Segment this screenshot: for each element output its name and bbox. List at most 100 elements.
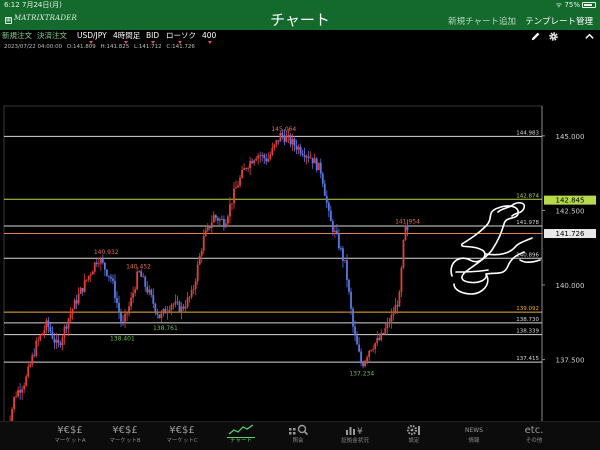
candle-body bbox=[154, 303, 157, 312]
candle-body bbox=[384, 328, 387, 334]
candle-body bbox=[315, 158, 318, 171]
candle-body bbox=[299, 146, 302, 154]
template-manage-button[interactable]: テンプレート管理 bbox=[525, 15, 593, 27]
tab-chart[interactable]: チャート bbox=[213, 424, 269, 450]
candlestick-chart[interactable]: 145.000142.500140.000137.500135.000144.9… bbox=[0, 104, 600, 450]
candle-body bbox=[114, 280, 116, 298]
candle-body bbox=[400, 267, 403, 292]
candle-body bbox=[333, 230, 336, 232]
candle-body bbox=[255, 158, 258, 161]
chart-type-select[interactable]: ローソク bbox=[166, 30, 196, 44]
candle-body bbox=[406, 225, 409, 231]
tab-market-b[interactable]: ¥€$£ マーケットB bbox=[97, 424, 153, 450]
candle-body bbox=[360, 351, 362, 364]
ohlc-info: 2023/07/22 04:00:00 O:141.809 H:141.825 … bbox=[4, 43, 198, 51]
candle-body bbox=[158, 314, 161, 319]
candle-body bbox=[291, 138, 294, 145]
candle-body bbox=[77, 293, 80, 304]
candle-body bbox=[259, 155, 262, 157]
candle-body bbox=[108, 275, 110, 277]
candle-body bbox=[33, 355, 36, 357]
price-chart-area[interactable]: 145.000142.500140.000137.500135.000144.9… bbox=[0, 52, 600, 450]
tab-info[interactable]: NEWS 情報 bbox=[446, 424, 502, 450]
currency-icon: ¥€$£ bbox=[57, 425, 83, 436]
candle-body bbox=[162, 308, 165, 314]
tab-label: チャート bbox=[230, 438, 252, 444]
candle-body bbox=[164, 308, 167, 314]
tab-market-a[interactable]: ¥€$£ マーケットA bbox=[42, 424, 98, 450]
status-time: 6:12 bbox=[4, 1, 20, 9]
high-low-annotation: 140.452 bbox=[126, 264, 151, 271]
candle-body bbox=[229, 204, 231, 217]
bid-ask-label: BID bbox=[146, 31, 160, 40]
candle-body bbox=[194, 281, 197, 289]
chart-type-label: ローソク bbox=[166, 31, 196, 40]
candle-body bbox=[184, 306, 187, 309]
candle-body bbox=[19, 390, 22, 393]
bar-count-select[interactable]: 400 bbox=[202, 30, 216, 44]
add-chart-button[interactable]: 新規チャート追加 bbox=[448, 15, 516, 27]
period-select[interactable]: 4時間足 bbox=[113, 30, 140, 44]
candle-body bbox=[85, 279, 88, 281]
candle-body bbox=[348, 279, 350, 292]
candle-body bbox=[132, 293, 135, 298]
tab-label: マーケットC bbox=[166, 438, 198, 444]
candle-body bbox=[309, 157, 312, 159]
candle-body bbox=[218, 219, 221, 221]
candle-body bbox=[101, 259, 104, 263]
tab-market-c[interactable]: ¥€$£ マーケットC bbox=[154, 424, 210, 450]
candle-body bbox=[196, 264, 199, 282]
tab-margin-status[interactable]: ¥ 証拠金状況 bbox=[327, 424, 383, 450]
tab-settings[interactable]: 設定 bbox=[386, 424, 442, 450]
candle-body bbox=[295, 145, 298, 150]
candle-body bbox=[160, 313, 163, 319]
candle-body bbox=[192, 288, 195, 291]
tab-label: マーケットB bbox=[109, 438, 141, 444]
tab-other[interactable]: etc. その他 bbox=[506, 424, 562, 450]
gear-icon[interactable] bbox=[548, 31, 560, 43]
battery-icon bbox=[582, 2, 596, 8]
candle-body bbox=[231, 203, 233, 205]
candle-body bbox=[297, 146, 300, 150]
horizontal-line-label: 142.874 bbox=[516, 193, 539, 199]
candle-body bbox=[241, 169, 243, 178]
y-tick-label: 145.000 bbox=[556, 133, 585, 141]
candle-body bbox=[346, 260, 348, 280]
candle-body bbox=[95, 262, 98, 264]
candle-body bbox=[176, 301, 179, 303]
candle-body bbox=[180, 306, 183, 313]
tab-label: 設定 bbox=[408, 438, 420, 444]
candle-body bbox=[372, 349, 375, 350]
bid-ask-select[interactable]: BID bbox=[146, 30, 160, 44]
candle-body bbox=[362, 363, 365, 367]
collapse-icon[interactable] bbox=[584, 31, 596, 43]
search-icon bbox=[270, 424, 326, 437]
candle-body bbox=[118, 302, 120, 313]
candle-body bbox=[37, 339, 40, 341]
candle-body bbox=[366, 357, 369, 361]
candle-body bbox=[275, 140, 278, 145]
candle-body bbox=[156, 311, 159, 315]
candle-body bbox=[285, 136, 288, 142]
currency-icon: ¥€$£ bbox=[169, 425, 195, 436]
tab-inquiry[interactable]: 照会 bbox=[270, 424, 326, 450]
horizontal-line-label: 141.978 bbox=[516, 220, 539, 226]
candle-body bbox=[398, 291, 401, 307]
tab-label: その他 bbox=[525, 438, 543, 444]
candle-body bbox=[91, 271, 94, 275]
settle-order-button[interactable]: 決済注文 bbox=[37, 30, 67, 42]
horizontal-line-label: 137.415 bbox=[516, 356, 539, 362]
candle-body bbox=[321, 173, 324, 184]
pencil-icon[interactable] bbox=[530, 31, 542, 43]
horizontal-line-label: 138.339 bbox=[516, 329, 539, 335]
info-datetime: 2023/07/22 04:00:00 bbox=[4, 44, 63, 50]
currency-pair-select[interactable]: USD/JPY bbox=[77, 30, 107, 44]
candle-body bbox=[261, 154, 264, 157]
candle-body bbox=[69, 313, 72, 319]
candle-body bbox=[51, 331, 54, 339]
candle-body bbox=[390, 315, 393, 324]
candle-body bbox=[174, 301, 177, 305]
freehand-drawing bbox=[450, 202, 541, 295]
new-order-button[interactable]: 新規注文 bbox=[2, 30, 32, 42]
candle-body bbox=[233, 188, 235, 204]
